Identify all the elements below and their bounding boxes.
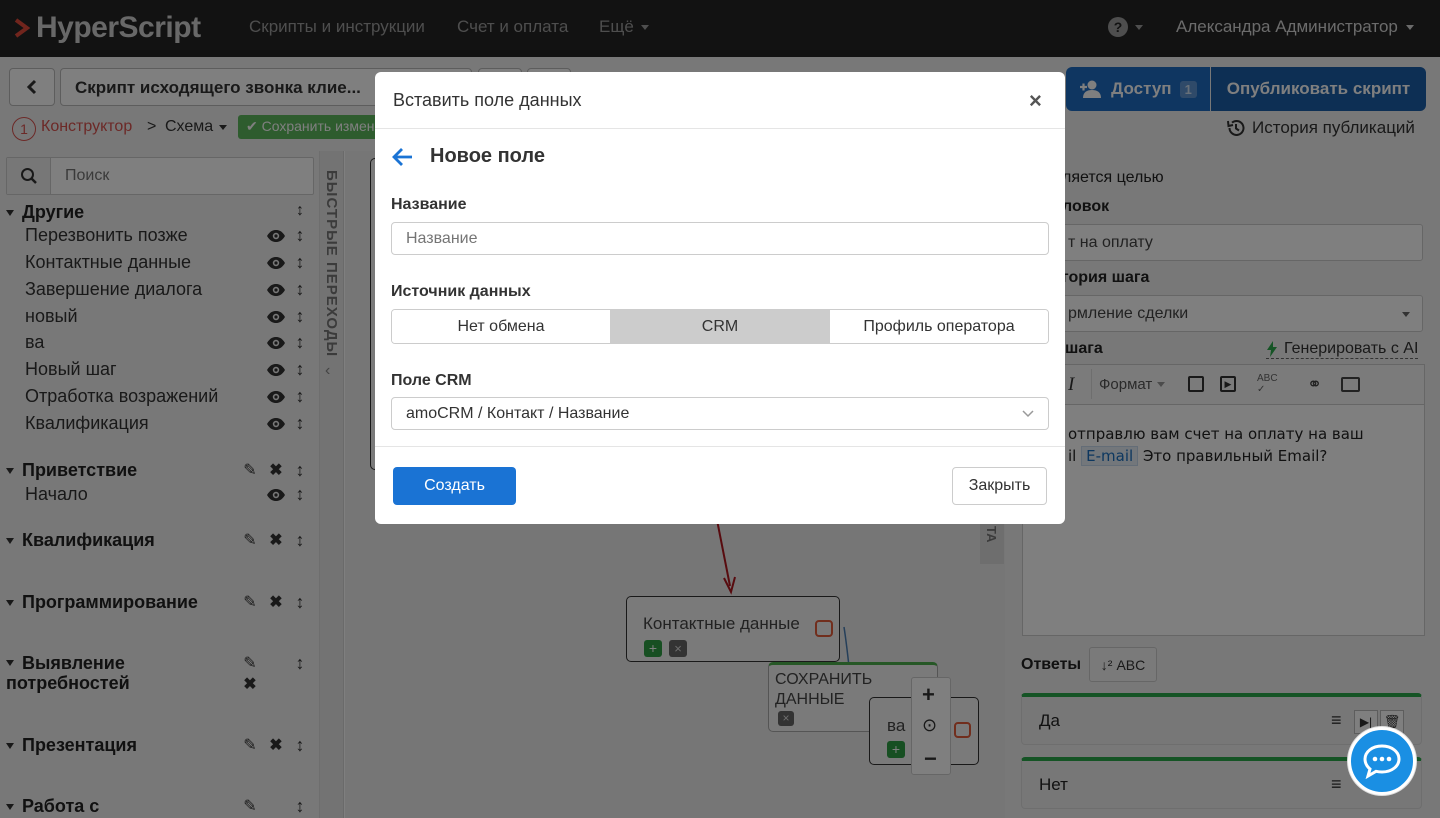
divider (375, 446, 1065, 447)
divider (375, 128, 1065, 129)
crm-field-value: amoCRM / Контакт / Название (406, 404, 630, 422)
insert-data-field-modal: Вставить поле данных × Новое поле Назван… (375, 72, 1065, 524)
source-label: Источник данных (391, 283, 531, 300)
close-button[interactable]: Закрыть (952, 467, 1047, 505)
data-source-segmented: Нет обмена CRM Профиль оператора (391, 309, 1049, 344)
source-option-none[interactable]: Нет обмена (392, 310, 610, 343)
chat-widget-button[interactable] (1348, 727, 1416, 795)
arrow-left-icon (392, 148, 412, 166)
crm-field-select[interactable]: amoCRM / Контакт / Название (391, 397, 1049, 430)
name-label: Название (391, 196, 467, 213)
create-button[interactable]: Создать (393, 467, 516, 505)
close-icon[interactable]: × (1029, 88, 1042, 114)
name-input[interactable] (391, 222, 1049, 255)
source-option-operator[interactable]: Профиль оператора (829, 310, 1048, 343)
chevron-down-icon (1022, 409, 1034, 417)
back-button[interactable] (391, 147, 413, 167)
crm-field-label: Поле CRM (391, 372, 472, 389)
chat-icon (1363, 744, 1401, 779)
modal-subtitle: Новое поле (430, 145, 545, 167)
source-option-crm[interactable]: CRM (610, 310, 829, 343)
modal-title: Вставить поле данных (393, 90, 582, 110)
